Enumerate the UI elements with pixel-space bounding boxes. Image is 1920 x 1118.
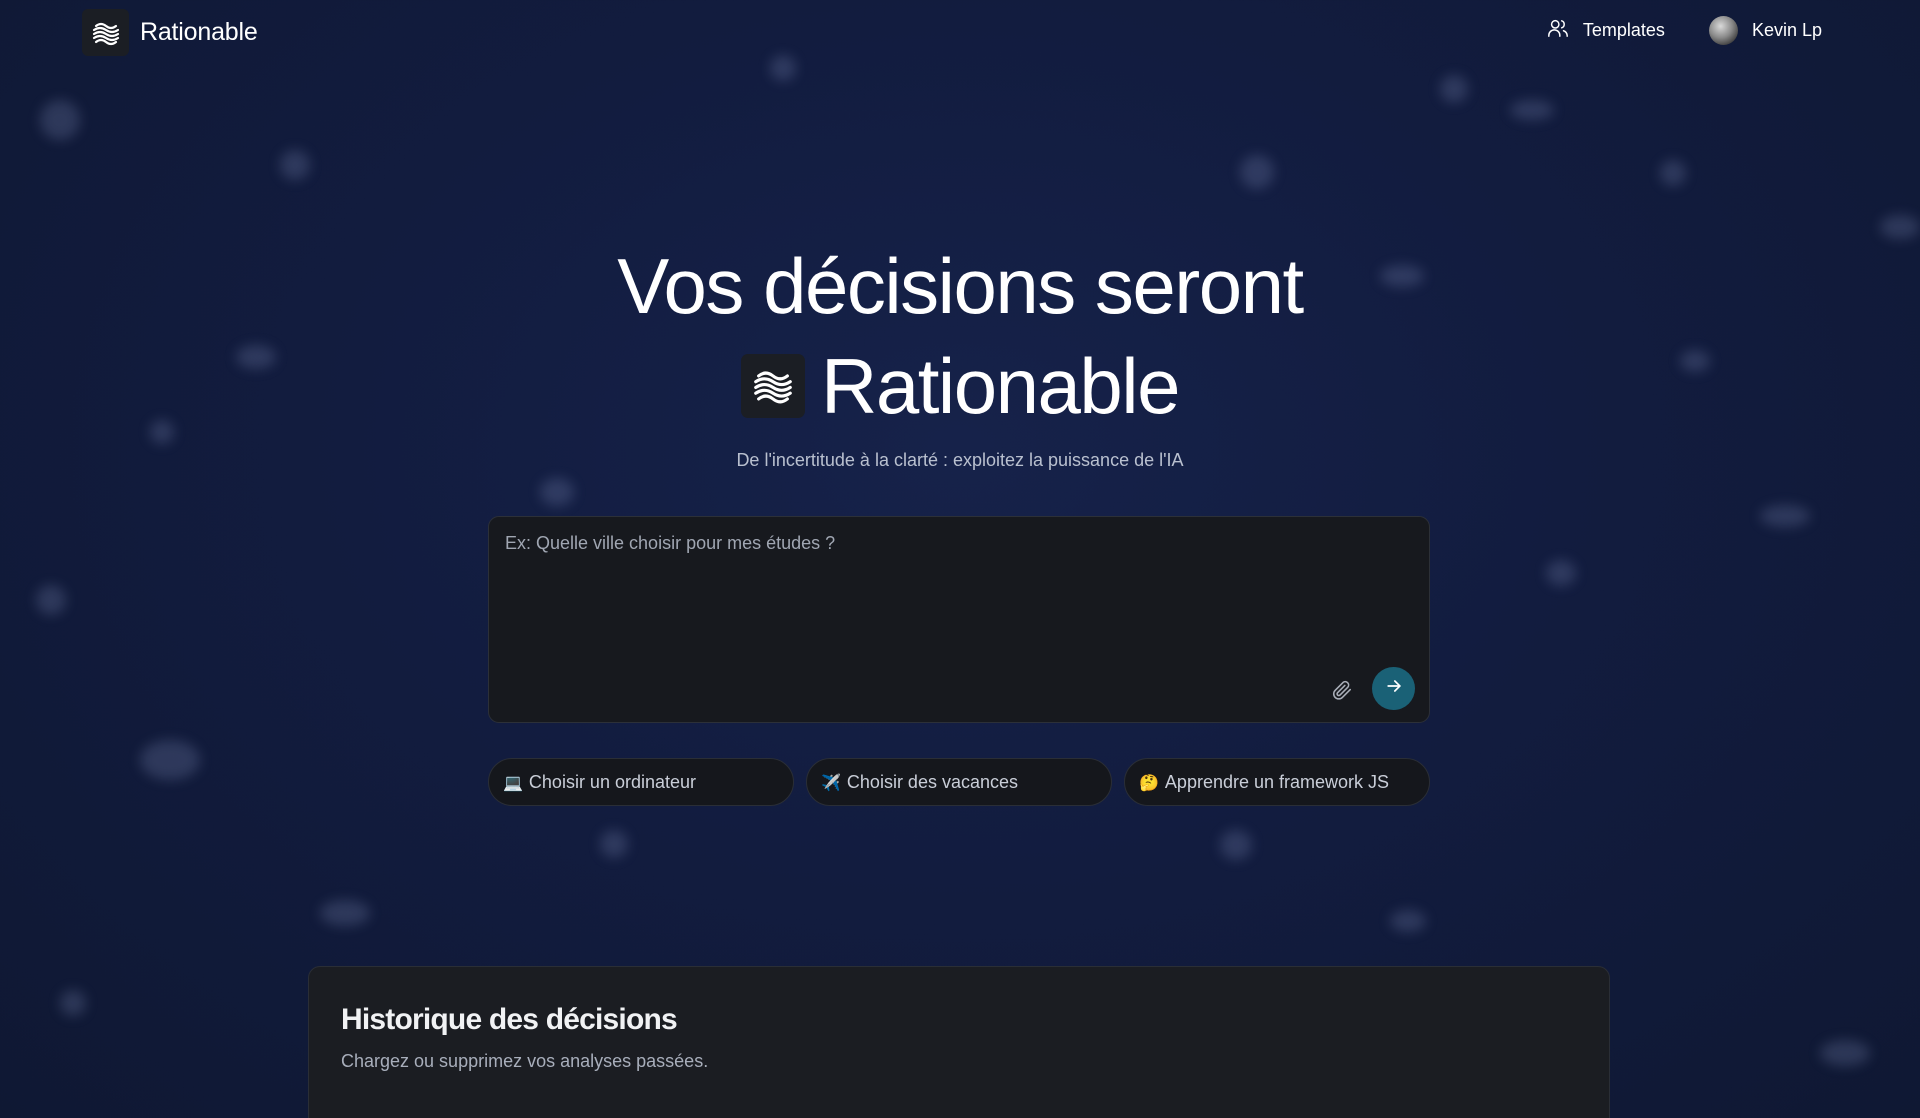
user-menu[interactable]: Kevin Lp <box>1708 16 1822 45</box>
attach-button[interactable] <box>1327 677 1357 707</box>
thinking-face-icon: 🤔 <box>1139 772 1159 792</box>
brand-name: Rationable <box>140 18 258 46</box>
hero-subtitle: De l'incertitude à la clarté : exploitez… <box>736 450 1184 470</box>
airplane-icon: ✈️ <box>821 772 841 792</box>
history-title: Historique des décisions <box>341 1003 678 1036</box>
templates-link[interactable]: Templates <box>1547 17 1665 44</box>
suggestion-chip-computer[interactable]: 💻 Choisir un ordinateur <box>488 758 794 806</box>
decision-history-card: Historique des décisions Chargez ou supp… <box>308 966 1610 1118</box>
header-nav: Templates Kevin Lp <box>1547 16 1822 45</box>
hero: Vos décisions seront Rationable De l'inc… <box>0 240 1920 471</box>
top-header: Rationable Templates Kevin Lp <box>0 0 1920 66</box>
hero-brand-name: Rationable <box>821 341 1180 430</box>
wave-logo-icon <box>82 9 129 56</box>
avatar <box>1708 16 1738 45</box>
hero-brand-line: Rationable <box>0 340 1920 432</box>
decision-prompt-box <box>488 516 1430 723</box>
history-subtitle: Chargez ou supprimez vos analyses passée… <box>341 1051 709 1071</box>
send-button[interactable] <box>1372 667 1415 710</box>
suggestion-chips: 💻 Choisir un ordinateur ✈️ Choisir des v… <box>488 758 1430 806</box>
suggestion-label: Apprendre un framework JS <box>1164 771 1390 792</box>
laptop-icon: 💻 <box>503 772 523 792</box>
wave-logo-icon <box>741 354 806 418</box>
suggestion-chip-vacation[interactable]: ✈️ Choisir des vacances <box>806 758 1112 806</box>
suggestion-label: Choisir des vacances <box>846 771 1019 792</box>
hero-title: Vos décisions seront <box>617 242 1304 330</box>
decision-input[interactable] <box>503 531 1407 655</box>
users-icon <box>1547 17 1569 44</box>
arrow-right-icon <box>1384 676 1404 701</box>
templates-label: Templates <box>1582 20 1665 40</box>
brand[interactable]: Rationable <box>82 9 258 56</box>
suggestion-label: Choisir un ordinateur <box>528 771 697 792</box>
paperclip-icon <box>1331 679 1353 706</box>
suggestion-chip-framework[interactable]: 🤔 Apprendre un framework JS <box>1124 758 1430 806</box>
user-name: Kevin Lp <box>1751 20 1822 40</box>
